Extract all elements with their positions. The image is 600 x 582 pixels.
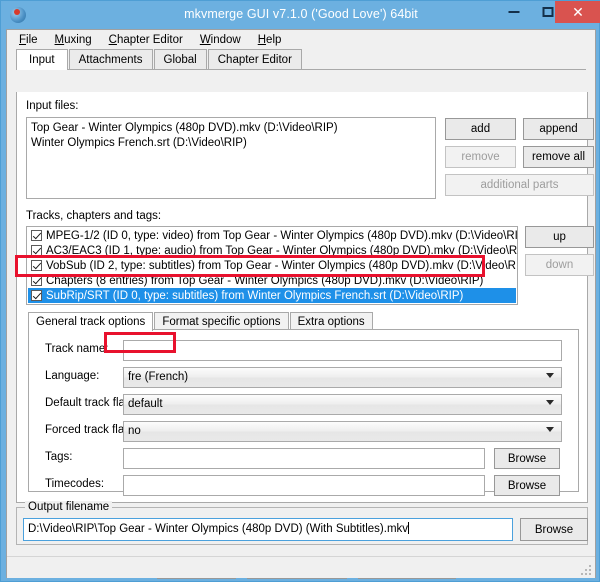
track-label: Chapters (8 entries) from Top Gear - Win…: [46, 275, 483, 287]
main-tab-strip: Input Attachments Global Chapter Editor: [16, 49, 586, 70]
default-track-flag-label: Default track flag:: [45, 397, 134, 409]
row-timecodes: Timecodes: Browse: [29, 475, 578, 497]
menu-file[interactable]: File: [19, 34, 38, 46]
timecodes-browse-button[interactable]: Browse: [494, 475, 560, 496]
checkbox-icon[interactable]: [31, 245, 42, 256]
tags-browse-button[interactable]: Browse: [494, 448, 560, 469]
general-track-options-panel: Track name: Language: fre (French) Defau…: [28, 329, 579, 492]
close-button[interactable]: ✕: [555, 1, 600, 23]
menu-help[interactable]: Help: [258, 34, 282, 46]
tags-input[interactable]: [123, 448, 485, 469]
move-down-button: down: [525, 254, 594, 276]
language-value: fre (French): [128, 371, 188, 383]
track-name-input[interactable]: [123, 340, 562, 361]
additional-parts-button: additional parts: [445, 174, 594, 196]
client-area: File Muxing Chapter Editor Window Help I…: [6, 29, 596, 578]
default-track-flag-select[interactable]: default: [123, 394, 562, 415]
move-up-button[interactable]: up: [525, 226, 594, 248]
track-label: MPEG-1/2 (ID 0, type: video) from Top Ge…: [46, 230, 518, 242]
tracks-list[interactable]: MPEG-1/2 (ID 0, type: video) from Top Ge…: [26, 226, 518, 305]
track-label: VobSub (ID 2, type: subtitles) from Top …: [46, 260, 518, 272]
table-row[interactable]: MPEG-1/2 (ID 0, type: video) from Top Ge…: [28, 228, 516, 243]
tab-chapter-editor[interactable]: Chapter Editor: [208, 49, 302, 69]
tab-input[interactable]: Input: [16, 49, 68, 70]
checkbox-icon[interactable]: [31, 260, 42, 271]
track-options-tab-strip: General track options Format specific op…: [28, 311, 588, 330]
output-filename-input[interactable]: D:\Video\RIP\Top Gear - Winter Olympics …: [23, 518, 513, 541]
menu-chapter-editor[interactable]: Chapter Editor: [109, 34, 183, 46]
checkbox-icon[interactable]: [31, 275, 42, 286]
list-item[interactable]: Top Gear - Winter Olympics (480p DVD).mk…: [31, 121, 431, 136]
text-caret: [408, 522, 409, 534]
default-track-flag-value: default: [128, 398, 163, 410]
chevron-down-icon: [546, 373, 554, 378]
output-filename-label: Output filename: [25, 501, 112, 513]
language-label: Language:: [45, 370, 99, 382]
table-row[interactable]: Chapters (8 entries) from Top Gear - Win…: [28, 273, 516, 288]
table-row[interactable]: AC3/EAC3 (ID 1, type: audio) from Top Ge…: [28, 243, 516, 258]
language-select[interactable]: fre (French): [123, 367, 562, 388]
tags-label: Tags:: [45, 451, 73, 463]
forced-track-flag-label: Forced track flag:: [45, 424, 134, 436]
tab-attachments[interactable]: Attachments: [69, 49, 153, 69]
chevron-down-icon: [546, 400, 554, 405]
resize-grip[interactable]: [581, 565, 592, 576]
close-icon: ✕: [572, 5, 584, 19]
forced-track-flag-select[interactable]: no: [123, 421, 562, 442]
remove-all-button[interactable]: remove all: [523, 146, 594, 168]
timecodes-label: Timecodes:: [45, 478, 104, 490]
input-tab-page: Input files: Top Gear - Winter Olympics …: [16, 92, 588, 503]
menu-muxing[interactable]: Muxing: [55, 34, 92, 46]
tab-global[interactable]: Global: [154, 49, 207, 69]
minimize-icon: [509, 11, 520, 13]
minimize-button[interactable]: [497, 1, 531, 23]
checkbox-icon[interactable]: [31, 290, 42, 301]
row-language: Language: fre (French): [29, 367, 578, 389]
output-filename-value: D:\Video\RIP\Top Gear - Winter Olympics …: [28, 523, 408, 535]
track-label: SubRip/SRT (ID 0, type: subtitles) from …: [46, 290, 463, 302]
tab-extra-options[interactable]: Extra options: [290, 312, 373, 330]
title-bar: mkvmerge GUI v7.1.0 ('Good Love') 64bit …: [1, 1, 600, 29]
maximize-icon: [543, 7, 554, 17]
input-files-list[interactable]: Top Gear - Winter Olympics (480p DVD).mk…: [26, 117, 436, 199]
status-bar: [7, 556, 595, 578]
row-forced-track-flag: Forced track flag: no: [29, 421, 578, 443]
chevron-down-icon: [546, 427, 554, 432]
checkbox-icon[interactable]: [31, 230, 42, 241]
tab-general-track-options[interactable]: General track options: [28, 312, 153, 331]
menu-bar: File Muxing Chapter Editor Window Help: [7, 30, 595, 49]
input-files-label: Input files:: [26, 100, 78, 112]
track-label: AC3/EAC3 (ID 1, type: audio) from Top Ge…: [46, 245, 518, 257]
output-browse-button[interactable]: Browse: [520, 518, 588, 541]
list-item[interactable]: Winter Olympics French.srt (D:\Video\RIP…: [31, 136, 431, 151]
table-row[interactable]: VobSub (ID 2, type: subtitles) from Top …: [28, 258, 516, 273]
forced-track-flag-value: no: [128, 425, 141, 437]
track-name-label: Track name:: [45, 343, 108, 355]
timecodes-input[interactable]: [123, 475, 485, 496]
tracks-label: Tracks, chapters and tags:: [26, 210, 161, 222]
row-default-track-flag: Default track flag: default: [29, 394, 578, 416]
row-track-name: Track name:: [29, 340, 578, 362]
remove-button: remove: [445, 146, 516, 168]
tab-format-specific-options[interactable]: Format specific options: [154, 312, 288, 330]
row-tags: Tags: Browse: [29, 448, 578, 470]
add-button[interactable]: add: [445, 118, 516, 140]
application-window: mkvmerge GUI v7.1.0 ('Good Love') 64bit …: [0, 0, 600, 582]
menu-window[interactable]: Window: [200, 34, 241, 46]
table-row-selected[interactable]: SubRip/SRT (ID 0, type: subtitles) from …: [28, 288, 516, 303]
append-button[interactable]: append: [523, 118, 594, 140]
